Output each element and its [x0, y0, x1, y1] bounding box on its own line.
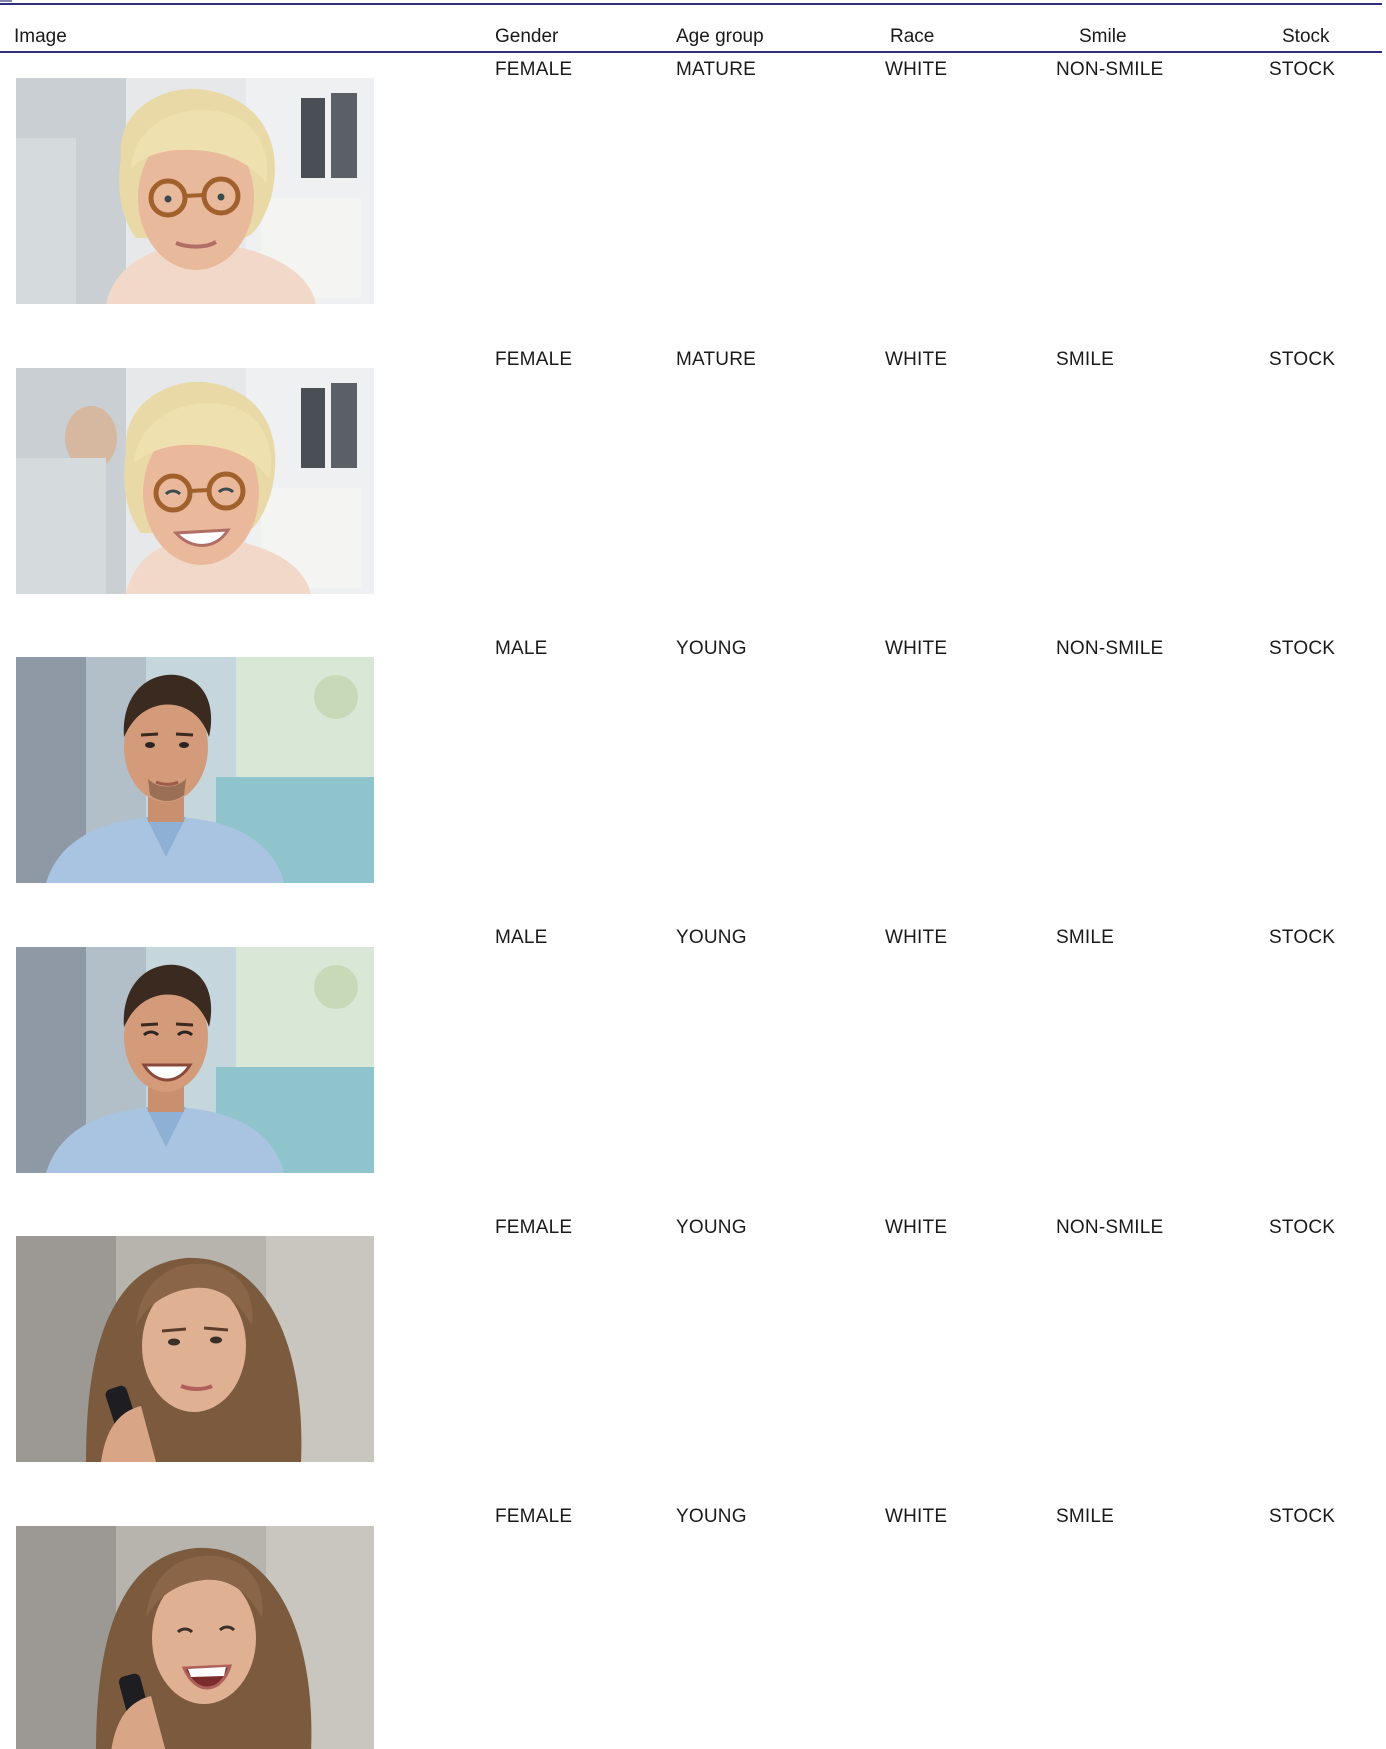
cell-race: WHITE [885, 1217, 948, 1238]
table-top-rule [0, 3, 1382, 5]
corner-tick [0, 0, 12, 2]
cell-stock: STOCK [1269, 638, 1336, 659]
photo-young-woman-phone [16, 1236, 374, 1462]
photo-mature-woman-smiling [16, 368, 374, 594]
header-stock: Stock [1282, 26, 1330, 47]
table-header-rule [0, 51, 1382, 53]
cell-stock: STOCK [1269, 1217, 1336, 1238]
cell-smile: SMILE [1056, 349, 1115, 370]
cell-race: WHITE [885, 638, 948, 659]
cell-gender: FEMALE [495, 59, 573, 80]
cell-race: WHITE [885, 927, 948, 948]
photo-mature-woman [16, 78, 374, 304]
cell-gender: FEMALE [495, 1217, 573, 1238]
photo-young-man [16, 657, 374, 883]
header-gender: Gender [495, 26, 559, 47]
cell-smile: SMILE [1056, 1506, 1115, 1527]
cell-race: WHITE [885, 1506, 948, 1527]
header-smile: Smile [1079, 26, 1127, 47]
photo-young-man-smiling [16, 947, 374, 1173]
cell-stock: STOCK [1269, 349, 1336, 370]
cell-smile: NON-SMILE [1056, 1217, 1164, 1238]
cell-race: WHITE [885, 349, 948, 370]
cell-age-group: YOUNG [676, 1217, 747, 1238]
photo-young-woman-phone-laughing [16, 1526, 374, 1749]
header-image: Image [14, 26, 67, 47]
cell-stock: STOCK [1269, 927, 1336, 948]
cell-smile: SMILE [1056, 927, 1115, 948]
cell-age-group: MATURE [676, 349, 757, 370]
cell-age-group: MATURE [676, 59, 757, 80]
cell-gender: FEMALE [495, 349, 573, 370]
cell-smile: NON-SMILE [1056, 638, 1164, 659]
header-age-group: Age group [676, 26, 764, 47]
cell-stock: STOCK [1269, 1506, 1336, 1527]
cell-smile: NON-SMILE [1056, 59, 1164, 80]
cell-gender: FEMALE [495, 1506, 573, 1527]
cell-gender: MALE [495, 927, 548, 948]
cell-race: WHITE [885, 59, 948, 80]
cell-age-group: YOUNG [676, 927, 747, 948]
cell-age-group: YOUNG [676, 1506, 747, 1527]
cell-stock: STOCK [1269, 59, 1336, 80]
cell-gender: MALE [495, 638, 548, 659]
header-race: Race [890, 26, 935, 47]
cell-age-group: YOUNG [676, 638, 747, 659]
